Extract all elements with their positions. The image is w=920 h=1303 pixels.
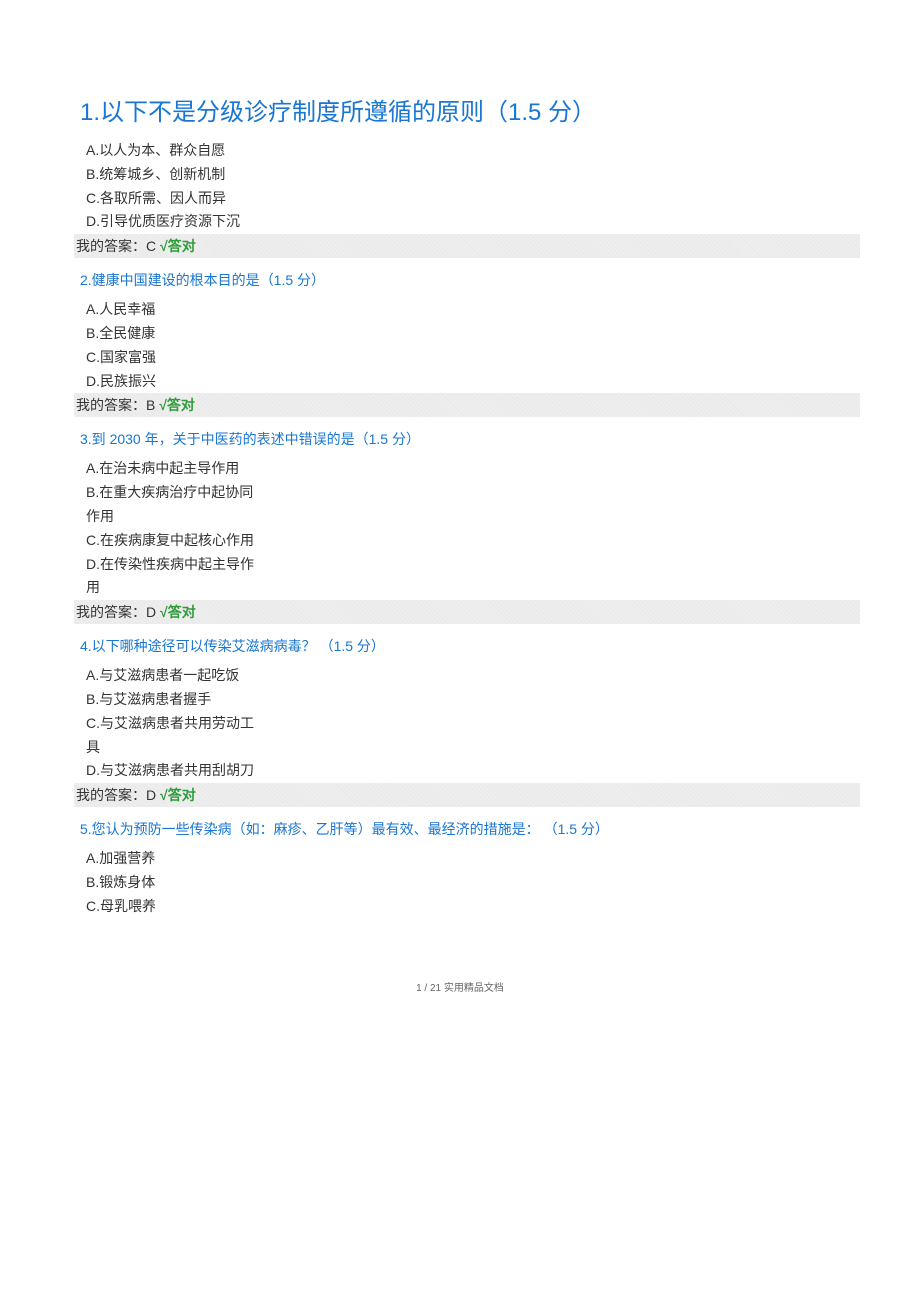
question-points: （1.5 分）: [484, 99, 596, 126]
answer-letter: D: [146, 787, 156, 803]
question-points: （1.5 分）: [260, 272, 325, 288]
option-b: B.全民健康: [86, 322, 176, 346]
option-d: D.在传染性疾病中起主导作用: [86, 553, 266, 601]
options-list: A.人民幸福 B.全民健康 C.国家富强 D.民族振兴: [80, 298, 840, 393]
option-c: C.在疾病康复中起核心作用: [86, 529, 266, 553]
question-text: 3.到 2030 年，关于中医药的表述中错误的是: [80, 431, 355, 447]
answer-letter: C: [146, 238, 156, 254]
answer-label: 我的答案：: [76, 238, 146, 254]
check-text: 答对: [168, 604, 196, 620]
question-text: 4.以下哪种途径可以传染艾滋病病毒？: [80, 638, 316, 654]
option-c: C.母乳喂养: [86, 895, 176, 919]
question-3: 3.到 2030 年，关于中医药的表述中错误的是（1.5 分） A.在治未病中起…: [80, 429, 840, 624]
answer-letter: D: [146, 604, 156, 620]
check-text: 答对: [168, 787, 196, 803]
question-points: （1.5 分）: [544, 821, 609, 837]
option-c: C.国家富强: [86, 346, 176, 370]
check-mark-icon: √: [160, 604, 168, 620]
check-text: 答对: [167, 397, 195, 413]
check-mark-icon: √: [160, 238, 168, 254]
option-b: B.在重大疾病治疗中起协同作用: [86, 481, 266, 529]
answer-label: 我的答案：: [76, 604, 146, 620]
check-text: 答对: [168, 238, 196, 254]
options-list: A.以人为本、群众自愿 B.统筹城乡、创新机制 C.各取所需、因人而异 D.引导…: [80, 139, 840, 234]
answer-letter: B: [146, 397, 155, 413]
question-text: 2.健康中国建设的根本目的是: [80, 272, 260, 288]
question-text: 5.您认为预防一些传染病（如：麻疹、乙肝等）最有效、最经济的措施是：: [80, 821, 540, 837]
check-correct: √答对: [160, 238, 196, 254]
option-b: B.与艾滋病患者握手: [86, 688, 386, 712]
question-points: （1.5 分）: [320, 638, 385, 654]
option-a: A.加强营养: [86, 847, 176, 871]
check-mark-icon: √: [159, 397, 167, 413]
answer-label: 我的答案：: [76, 397, 146, 413]
question-title: 4.以下哪种途径可以传染艾滋病病毒？ （1.5 分）: [80, 636, 840, 656]
option-c: C.各取所需、因人而异: [86, 187, 266, 211]
answer-bar: 我的答案：D √答对: [74, 783, 860, 807]
question-title: 1.以下不是分级诊疗制度所遵循的原则（1.5 分）: [80, 92, 840, 127]
question-title: 3.到 2030 年，关于中医药的表述中错误的是（1.5 分）: [80, 429, 840, 449]
question-1: 1.以下不是分级诊疗制度所遵循的原则（1.5 分） A.以人为本、群众自愿 B.…: [80, 92, 840, 258]
answer-bar: 我的答案：C √答对: [74, 234, 860, 258]
option-a: A.与艾滋病患者一起吃饭: [86, 664, 266, 688]
option-d: D.引导优质医疗资源下沉: [86, 210, 266, 234]
page-footer: 1 / 21 实用精品文档: [80, 979, 840, 994]
options-list: A.与艾滋病患者一起吃饭 B.与艾滋病患者握手 C.与艾滋病患者共用劳动工具 D…: [80, 664, 840, 783]
check-mark-icon: √: [160, 787, 168, 803]
options-list: A.加强营养 B.锻炼身体 C.母乳喂养: [80, 847, 840, 918]
check-correct: √答对: [159, 397, 195, 413]
question-points: （1.5 分）: [355, 431, 420, 447]
option-b: B.统筹城乡、创新机制: [86, 163, 266, 187]
question-text: 1.以下不是分级诊疗制度所遵循的原则: [80, 99, 484, 126]
option-a: A.人民幸福: [86, 298, 176, 322]
question-5: 5.您认为预防一些传染病（如：麻疹、乙肝等）最有效、最经济的措施是： （1.5 …: [80, 819, 840, 918]
option-c: C.与艾滋病患者共用劳动工具: [86, 712, 266, 760]
option-d: D.民族振兴: [86, 370, 176, 394]
question-2: 2.健康中国建设的根本目的是（1.5 分） A.人民幸福 B.全民健康 C.国家…: [80, 270, 840, 417]
answer-label: 我的答案：: [76, 787, 146, 803]
check-correct: √答对: [160, 787, 196, 803]
answer-bar: 我的答案：D √答对: [74, 600, 860, 624]
option-a: A.以人为本、群众自愿: [86, 139, 266, 163]
answer-bar: 我的答案：B √答对: [74, 393, 860, 417]
option-a: A.在治未病中起主导作用: [86, 457, 266, 481]
question-title: 5.您认为预防一些传染病（如：麻疹、乙肝等）最有效、最经济的措施是： （1.5 …: [80, 819, 840, 839]
option-d: D.与艾滋病患者共用刮胡刀: [86, 759, 266, 783]
options-list: A.在治未病中起主导作用 B.在重大疾病治疗中起协同作用 C.在疾病康复中起核心…: [80, 457, 840, 600]
question-title: 2.健康中国建设的根本目的是（1.5 分）: [80, 270, 840, 290]
option-b: B.锻炼身体: [86, 871, 176, 895]
question-4: 4.以下哪种途径可以传染艾滋病病毒？ （1.5 分） A.与艾滋病患者一起吃饭 …: [80, 636, 840, 807]
check-correct: √答对: [160, 604, 196, 620]
